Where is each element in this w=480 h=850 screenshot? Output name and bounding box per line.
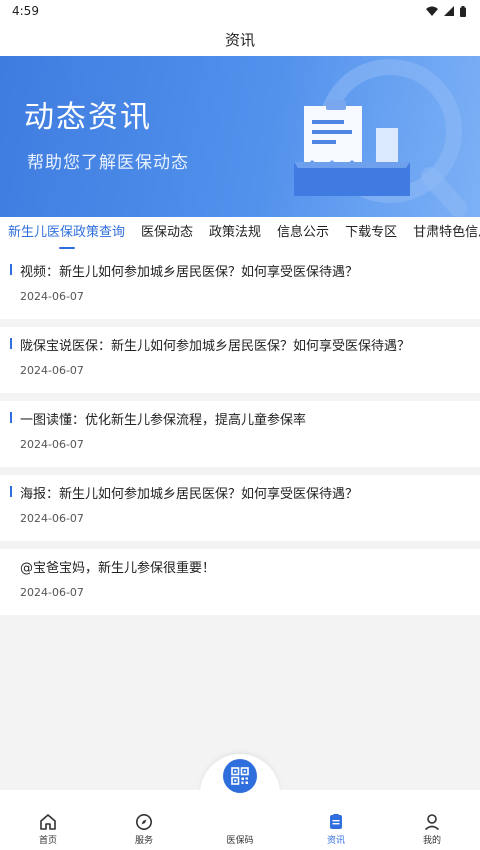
nav-home[interactable]: 首页 xyxy=(0,790,96,850)
page-title: 资讯 xyxy=(224,30,255,49)
bottom-nav: 首页 服务 医保码 资讯 我的 xyxy=(0,790,480,850)
tab-newborn-policy[interactable]: 新生儿医保政策查询 xyxy=(0,217,133,253)
tab-medical-news[interactable]: 医保动态 xyxy=(133,217,201,253)
user-icon xyxy=(424,814,440,831)
list-item[interactable]: 视频：新生儿如何参加城乡居民医保？如何享受医保待遇？ 2024-06-07 xyxy=(0,253,480,319)
accent-bar xyxy=(10,412,12,423)
qr-code-button[interactable] xyxy=(223,759,257,793)
tab-policy-regulations[interactable]: 政策法规 xyxy=(201,217,269,253)
article-date: 2024-06-07 xyxy=(20,364,84,377)
nav-profile[interactable]: 我的 xyxy=(384,790,480,850)
tab-downloads[interactable]: 下载专区 xyxy=(337,217,405,253)
article-title: 陇保宝说医保：新生儿如何参加城乡居民医保？如何享受医保待遇？ xyxy=(20,339,411,354)
top-nav-bar: 资讯 xyxy=(0,22,480,56)
status-bar: 4:59 xyxy=(0,0,480,22)
tab-public-info[interactable]: 信息公示 xyxy=(269,217,337,253)
banner-subtitle: 帮助您了解医保动态 xyxy=(27,153,189,173)
nav-medical-code[interactable]: 医保码 xyxy=(192,790,288,850)
status-time: 4:59 xyxy=(12,4,39,18)
accent-bar xyxy=(10,264,12,275)
nav-news-label: 资讯 xyxy=(326,836,345,846)
article-title: 海报：新生儿如何参加城乡居民医保？如何享受医保待遇？ xyxy=(20,487,359,502)
nav-home-label: 首页 xyxy=(38,836,57,846)
article-title: 视频：新生儿如何参加城乡居民医保？如何享受医保待遇？ xyxy=(20,265,359,280)
article-title: @宝爸宝妈，新生儿参保很重要！ xyxy=(20,561,216,576)
qr-code-icon xyxy=(231,767,249,785)
wifi-icon xyxy=(426,6,438,16)
tab-gansu-features[interactable]: 甘肃特色信息 xyxy=(405,217,480,253)
article-date: 2024-06-07 xyxy=(20,586,84,599)
accent-bar xyxy=(10,338,12,349)
nav-service[interactable]: 服务 xyxy=(96,790,192,850)
document-search-illustration xyxy=(294,59,467,217)
category-tabs: 新生儿医保政策查询 医保动态 政策法规 信息公示 下载专区 甘肃特色信息 xyxy=(0,217,480,253)
banner: 动态资讯 帮助您了解医保动态 xyxy=(0,56,480,217)
signal-icon xyxy=(444,6,454,16)
accent-bar xyxy=(10,486,12,497)
list-item[interactable]: 一图读懂：优化新生儿参保流程，提高儿童参保率 2024-06-07 xyxy=(0,401,480,467)
nav-service-label: 服务 xyxy=(134,836,153,846)
nav-profile-label: 我的 xyxy=(422,836,441,846)
article-list: 视频：新生儿如何参加城乡居民医保？如何享受医保待遇？ 2024-06-07 陇保… xyxy=(0,253,480,623)
list-item[interactable]: @宝爸宝妈，新生儿参保很重要！ 2024-06-07 xyxy=(0,549,480,615)
news-icon xyxy=(330,814,342,829)
article-title: 一图读懂：优化新生儿参保流程，提高儿童参保率 xyxy=(20,413,307,428)
list-item[interactable]: 海报：新生儿如何参加城乡居民医保？如何享受医保待遇？ 2024-06-07 xyxy=(0,475,480,541)
nav-news[interactable]: 资讯 xyxy=(288,790,384,850)
article-date: 2024-06-07 xyxy=(20,512,84,525)
home-icon xyxy=(40,814,56,830)
banner-title: 动态资讯 xyxy=(24,100,152,135)
nav-medical-code-label: 医保码 xyxy=(226,836,254,846)
compass-icon xyxy=(136,814,152,830)
article-date: 2024-06-07 xyxy=(20,438,84,451)
battery-icon xyxy=(460,5,466,17)
article-date: 2024-06-07 xyxy=(20,290,84,303)
list-item[interactable]: 陇保宝说医保：新生儿如何参加城乡居民医保？如何享受医保待遇？ 2024-06-0… xyxy=(0,327,480,393)
